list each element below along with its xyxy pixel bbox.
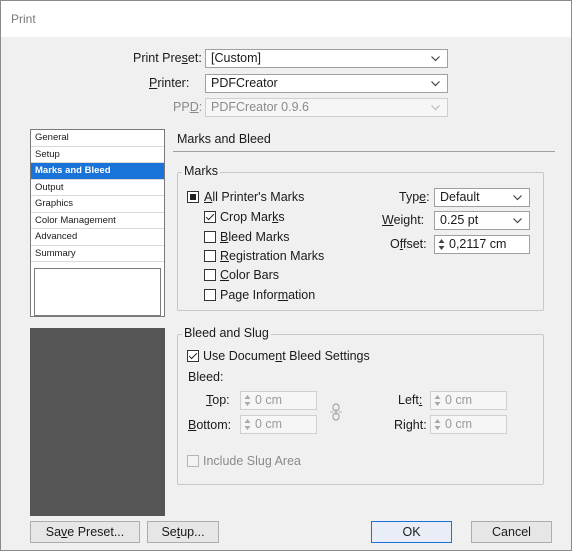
registration-marks-checkbox[interactable] bbox=[204, 250, 216, 262]
printer-select[interactable]: PDFCreator bbox=[205, 74, 448, 93]
top-bleed-value: 0 cm bbox=[255, 393, 283, 407]
chain-link-icon bbox=[330, 403, 342, 421]
page-information-checkbox[interactable] bbox=[204, 289, 216, 301]
bleed-marks-checkbox[interactable] bbox=[204, 231, 216, 243]
right-bleed-stepper: 0 cm bbox=[430, 415, 507, 434]
left-bleed-value: 0 cm bbox=[445, 393, 473, 407]
color-bars-label: Color Bars bbox=[220, 268, 280, 282]
page-information-label: Page Information bbox=[220, 288, 316, 302]
category-list: General Setup Marks and Bleed Output Gra… bbox=[30, 129, 165, 317]
bleed-label: Bleed: bbox=[188, 370, 224, 384]
bottom-bleed-value: 0 cm bbox=[255, 417, 283, 431]
chevron-down-icon bbox=[431, 105, 440, 111]
all-printers-marks-label: All Printer's Marks bbox=[204, 190, 305, 204]
stepper-arrows-icon bbox=[434, 419, 441, 430]
print-preset-select[interactable]: [Custom] bbox=[205, 49, 448, 68]
stepper-arrows-icon bbox=[244, 395, 251, 406]
use-document-bleed-checkbox[interactable] bbox=[187, 350, 199, 362]
all-printers-marks-checkbox[interactable] bbox=[187, 191, 199, 203]
left-label: Left: bbox=[398, 393, 423, 407]
setup-button[interactable]: Setup... bbox=[147, 521, 219, 543]
bottom-label: Bottom: bbox=[188, 418, 232, 432]
nav-item-marks-and-bleed[interactable]: Marks and Bleed bbox=[31, 163, 164, 180]
left-bleed-stepper: 0 cm bbox=[430, 391, 507, 410]
weight-value: 0.25 pt bbox=[440, 213, 479, 227]
ppd-select: PDFCreator 0.9.6 bbox=[205, 98, 448, 117]
offset-stepper[interactable]: 0,2117 cm bbox=[434, 235, 530, 254]
nav-item-general[interactable]: General bbox=[31, 130, 164, 147]
weight-select[interactable]: 0.25 pt bbox=[434, 211, 530, 230]
crop-marks-label: Crop Marks bbox=[220, 210, 285, 224]
offset-value: 0,2117 cm bbox=[449, 237, 507, 251]
offset-label: Offset: bbox=[390, 237, 427, 251]
page-preview bbox=[30, 328, 165, 516]
type-label: Type: bbox=[399, 190, 430, 204]
nav-item-output[interactable]: Output bbox=[31, 180, 164, 196]
registration-marks-label: Registration Marks bbox=[220, 249, 325, 263]
crop-marks-checkbox[interactable] bbox=[204, 211, 216, 223]
print-dialog: Print Print Preset: [Custom] Printer: PD… bbox=[0, 0, 572, 551]
ok-button[interactable]: OK bbox=[371, 521, 452, 543]
bottom-bleed-stepper: 0 cm bbox=[240, 415, 317, 434]
printer-value: PDFCreator bbox=[211, 76, 278, 90]
chevron-down-icon bbox=[431, 56, 440, 62]
bleed-marks-label: Bleed Marks bbox=[220, 230, 290, 244]
print-preset-value: [Custom] bbox=[211, 51, 262, 65]
print-preset-label: Print Preset: bbox=[133, 51, 202, 65]
nav-item-advanced[interactable]: Advanced bbox=[31, 229, 164, 246]
ppd-label: PPD: bbox=[173, 100, 203, 114]
include-slug-area-label: Include Slug Area bbox=[203, 454, 301, 468]
stepper-arrows-icon[interactable] bbox=[438, 238, 445, 251]
right-label: Right: bbox=[394, 418, 427, 432]
section-title: Marks and Bleed bbox=[177, 132, 271, 146]
color-bars-checkbox[interactable] bbox=[204, 269, 216, 281]
nav-item-color-management[interactable]: Color Management bbox=[31, 213, 164, 229]
use-document-bleed-label: Use Document Bleed Settings bbox=[203, 349, 370, 363]
nav-item-summary[interactable]: Summary bbox=[31, 246, 164, 262]
cancel-button[interactable]: Cancel bbox=[471, 521, 552, 543]
weight-label: Weight: bbox=[382, 213, 425, 227]
right-bleed-value: 0 cm bbox=[445, 417, 473, 431]
chevron-down-icon bbox=[513, 195, 522, 201]
ppd-value: PDFCreator 0.9.6 bbox=[211, 100, 309, 114]
category-list-empty-area bbox=[34, 268, 161, 316]
printer-label: Printer: bbox=[149, 76, 190, 90]
top-bleed-stepper: 0 cm bbox=[240, 391, 317, 410]
include-slug-area-checkbox bbox=[187, 455, 199, 467]
nav-item-graphics[interactable]: Graphics bbox=[31, 196, 164, 213]
marks-group-title: Marks bbox=[182, 164, 221, 178]
type-value: Default bbox=[440, 190, 480, 204]
section-divider bbox=[173, 151, 555, 152]
top-label: Top: bbox=[206, 393, 230, 407]
stepper-arrows-icon bbox=[434, 395, 441, 406]
stepper-arrows-icon bbox=[244, 419, 251, 430]
chevron-down-icon bbox=[431, 81, 440, 87]
type-select[interactable]: Default bbox=[434, 188, 530, 207]
bleed-and-slug-title: Bleed and Slug bbox=[182, 326, 271, 340]
window-title: Print bbox=[11, 12, 36, 26]
save-preset-button[interactable]: Save Preset... bbox=[30, 521, 140, 543]
nav-item-setup[interactable]: Setup bbox=[31, 147, 164, 163]
chevron-down-icon bbox=[513, 218, 522, 224]
title-bar: Print bbox=[1, 1, 571, 37]
